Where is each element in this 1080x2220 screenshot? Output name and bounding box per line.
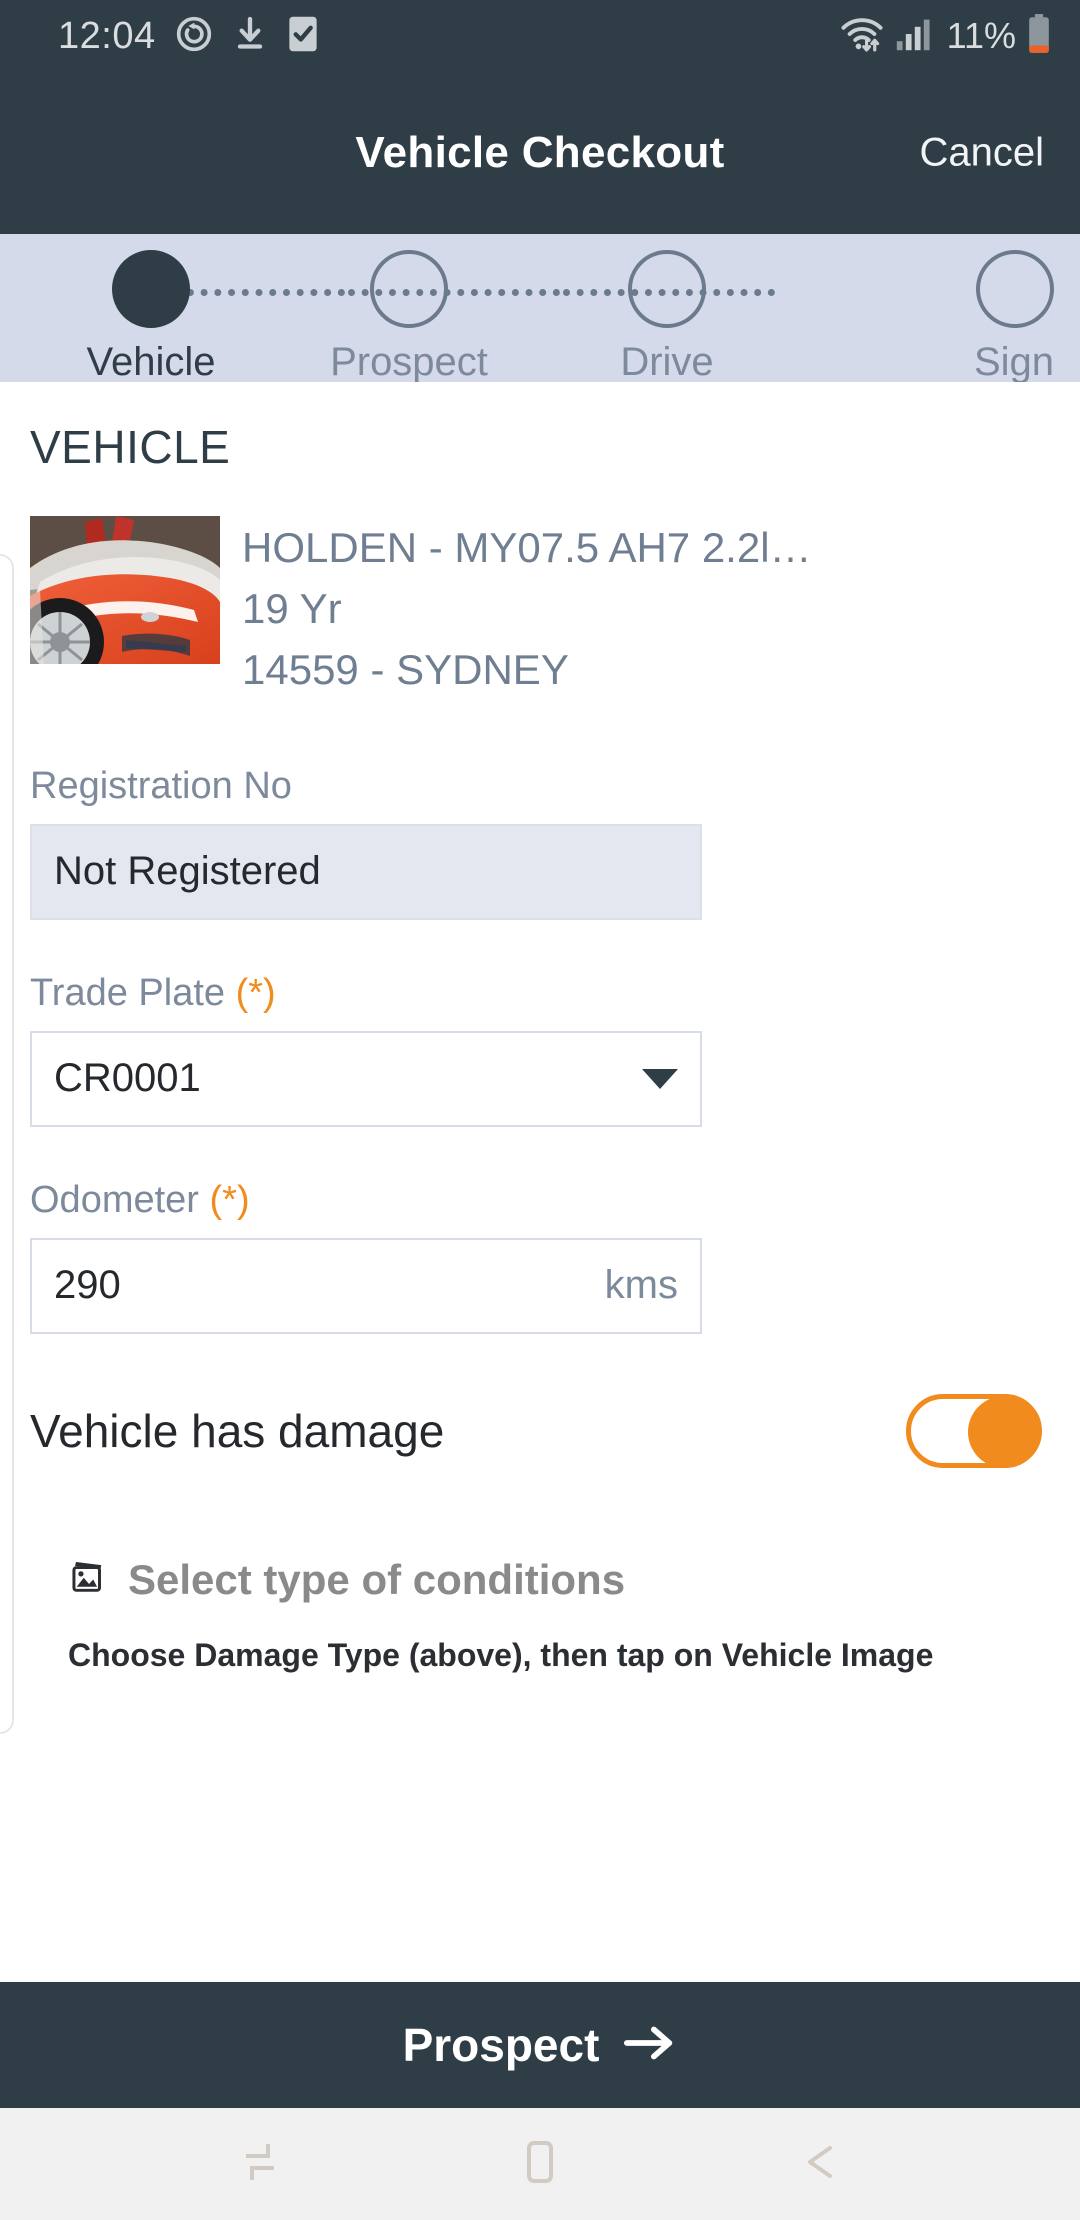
arrow-right-icon — [623, 2023, 677, 2068]
stepper-steps: Vehicle Prospect Drive Sign — [0, 250, 1080, 384]
stepper-label-prospect: Prospect — [330, 340, 488, 384]
cancel-button[interactable]: Cancel — [919, 131, 1044, 176]
conditions-hint: Choose Damage Type (above), then tap on … — [68, 1636, 934, 1673]
status-clock: 12:04 — [58, 14, 156, 57]
odometer-label-text: Odometer — [30, 1178, 199, 1221]
trade-plate-label-text: Trade Plate — [30, 971, 226, 1014]
damage-toggle-label: Vehicle has damage — [30, 1404, 445, 1457]
registration-label: Registration No — [30, 764, 292, 807]
chevron-down-icon — [642, 1068, 678, 1089]
prospect-next-label: Prospect — [402, 2019, 600, 2071]
odometer-input[interactable]: 290 kms — [30, 1237, 702, 1334]
back-icon[interactable] — [794, 2136, 846, 2193]
stepper-step-prospect[interactable]: Prospect — [280, 250, 538, 385]
conditions-header[interactable]: Select type of conditions — [68, 1556, 1050, 1604]
damage-toggle-knob — [968, 1395, 1040, 1468]
android-nav-bar — [0, 2108, 1080, 2220]
stepper-dot-drive — [628, 250, 706, 328]
stepper-dot-prospect — [370, 250, 448, 328]
progress-stepper: Vehicle Prospect Drive Sign — [0, 234, 1080, 384]
stepper-label-vehicle: Vehicle — [86, 340, 216, 384]
conditions-title: Select type of conditions — [128, 1555, 626, 1603]
app-bar: Vehicle Checkout Cancel — [0, 72, 1080, 234]
odometer-label: Odometer (*) — [30, 1179, 1050, 1222]
vehicle-details: HOLDEN - MY07.5 AH7 2.2l… 19 Yr 14559 - … — [242, 516, 1050, 701]
download-icon — [232, 14, 268, 59]
registration-field: Registration No Not Registered — [30, 765, 1050, 920]
stepper-dot-vehicle — [112, 250, 190, 328]
battery-percent-label: 11% — [946, 15, 1016, 56]
vehicle-summary-row: HOLDEN - MY07.5 AH7 2.2l… 19 Yr 14559 - … — [30, 516, 1050, 701]
home-icon[interactable] — [514, 2136, 566, 2193]
status-bar-left: 12:04 — [58, 14, 320, 59]
trade-plate-field: Trade Plate (*) CR0001 — [30, 972, 1050, 1127]
checkbox-checked-icon — [286, 14, 320, 59]
damage-toggle-row: Vehicle has damage — [30, 1393, 1050, 1468]
stepper-step-sign[interactable]: Sign — [796, 250, 1054, 385]
sync-icon — [174, 14, 214, 59]
odometer-required-marker: (*) — [209, 1178, 250, 1221]
vehicle-age: 19 Yr — [242, 584, 342, 632]
stepper-label-sign: Sign — [973, 340, 1054, 384]
form-card: VEHICLE HOLDEN - MY07.5 AH7 2.2l… 19 Yr … — [0, 420, 1080, 1678]
stepper-step-drive[interactable]: Drive — [538, 250, 796, 385]
conditions-section: Select type of conditions Choose Damage … — [30, 1556, 1050, 1678]
cellular-signal-icon — [895, 14, 931, 59]
odometer-field: Odometer (*) 290 kms — [30, 1179, 1050, 1334]
status-bar-right: 11% — [839, 13, 1052, 60]
vehicle-thumbnail[interactable] — [30, 516, 220, 664]
prospect-next-button[interactable]: Prospect — [0, 1982, 1080, 2108]
stepper-step-vehicle[interactable]: Vehicle — [22, 250, 280, 385]
recents-icon[interactable] — [234, 2136, 286, 2193]
vehicle-description: HOLDEN - MY07.5 AH7 2.2l… — [242, 524, 812, 571]
trade-plate-value: CR0001 — [54, 1056, 201, 1101]
trade-plate-label: Trade Plate (*) — [30, 972, 1050, 1015]
damage-toggle-switch[interactable] — [906, 1393, 1042, 1468]
battery-icon — [1026, 13, 1052, 60]
stepper-dot-sign — [976, 250, 1054, 328]
registration-value: Not Registered — [54, 849, 321, 894]
vehicle-location: 14559 - SYDNEY — [242, 645, 569, 693]
phone-screen: 12:04 11% Vehicle Checkout Cancel Vehicl… — [0, 0, 1080, 2220]
image-stack-icon — [68, 1556, 110, 1603]
wifi-icon — [839, 14, 885, 59]
form-scroll-area[interactable]: VEHICLE HOLDEN - MY07.5 AH7 2.2l… 19 Yr … — [0, 382, 1080, 1982]
vehicle-section-heading: VEHICLE — [30, 421, 231, 473]
page-title: Vehicle Checkout — [355, 128, 725, 177]
stepper-label-drive: Drive — [620, 340, 714, 384]
odometer-value: 290 — [54, 1263, 121, 1308]
status-bar: 12:04 11% — [0, 0, 1080, 72]
trade-plate-select[interactable]: CR0001 — [30, 1030, 702, 1127]
odometer-unit: kms — [604, 1263, 678, 1308]
trade-plate-required-marker: (*) — [235, 971, 276, 1014]
registration-input: Not Registered — [30, 823, 702, 920]
